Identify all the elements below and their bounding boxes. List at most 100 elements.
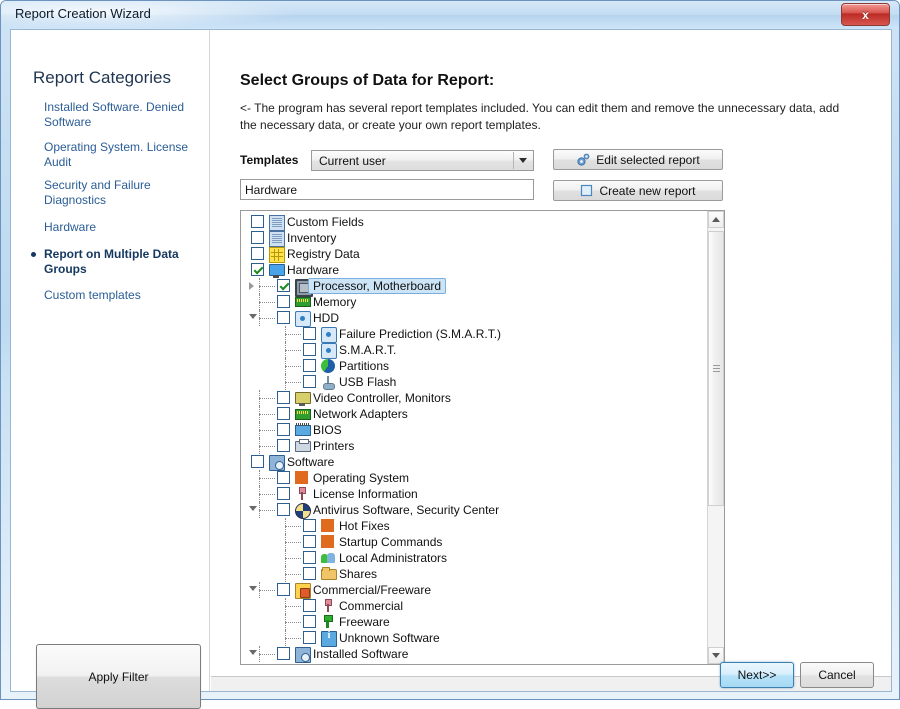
cancel-button[interactable]: Cancel bbox=[800, 662, 874, 688]
chevron-down-icon[interactable] bbox=[513, 152, 532, 169]
create-new-report-label: Create new report bbox=[599, 183, 696, 198]
tree-row-label: Inventory bbox=[287, 231, 337, 245]
sidebar-item-security-and-failure-diagnostics[interactable]: Security and Failure Diagnostics bbox=[44, 178, 194, 208]
tree-checkbox[interactable] bbox=[277, 311, 290, 324]
tree-row[interactable]: Freeware bbox=[241, 614, 708, 630]
bios-icon bbox=[295, 423, 311, 436]
tree-row-label: Unknown Software bbox=[339, 631, 440, 645]
tree-checkbox[interactable] bbox=[303, 519, 316, 532]
tree-row[interactable]: Commercial bbox=[241, 598, 708, 614]
tree-connector-vertical bbox=[259, 406, 261, 422]
data-groups-tree[interactable]: Custom Fields Inventory Registry Data Hardw… bbox=[240, 210, 725, 665]
tree-row[interactable]: S.M.A.R.T. bbox=[241, 342, 708, 359]
tree-row[interactable]: Processor, Motherboard bbox=[241, 278, 708, 297]
tree-checkbox[interactable] bbox=[303, 327, 316, 340]
tree-row[interactable]: Antivirus Software, Security Center bbox=[241, 502, 708, 519]
tree-row[interactable]: Hot Fixes bbox=[241, 518, 708, 534]
tree-row[interactable]: HDD bbox=[241, 310, 708, 327]
templates-dropdown[interactable]: Current user bbox=[311, 150, 534, 171]
sidebar-item-hardware[interactable]: Hardware bbox=[44, 220, 194, 235]
tree-checkbox[interactable] bbox=[277, 407, 290, 420]
tree-row-label: Software bbox=[287, 455, 335, 469]
tree-checkbox[interactable] bbox=[303, 535, 316, 548]
tree-row[interactable]: Network Adapters bbox=[241, 406, 708, 422]
collapse-arrow-icon[interactable] bbox=[249, 314, 257, 319]
tree-row[interactable]: USB Flash bbox=[241, 374, 708, 390]
windows-icon bbox=[321, 519, 335, 533]
tree-row[interactable]: Video Controller, Monitors bbox=[241, 390, 708, 406]
tree-row-label: Shares bbox=[339, 567, 378, 581]
tree-checkbox[interactable] bbox=[303, 631, 316, 644]
scroll-up-button[interactable] bbox=[708, 211, 724, 228]
key-icon bbox=[295, 487, 309, 501]
expand-arrow-icon[interactable] bbox=[249, 282, 254, 290]
tree-row[interactable]: Operating System bbox=[241, 470, 708, 486]
tree-checkbox[interactable] bbox=[277, 583, 290, 596]
sidebar-item-operating-system-license-audit[interactable]: Operating System. License Audit bbox=[44, 140, 194, 170]
tree-checkbox[interactable] bbox=[251, 215, 264, 228]
tree-row[interactable]: BIOS bbox=[241, 422, 708, 438]
tree-row[interactable]: Unknown Software bbox=[241, 630, 708, 647]
tree-checkbox[interactable] bbox=[251, 455, 264, 468]
tree-row[interactable]: Installed Software bbox=[241, 646, 708, 663]
tree-checkbox[interactable] bbox=[303, 375, 316, 388]
apply-filter-button[interactable]: Apply Filter bbox=[36, 644, 201, 709]
tree-checkbox[interactable] bbox=[303, 551, 316, 564]
tree-row[interactable]: Commercial/Freeware bbox=[241, 582, 708, 599]
sidebar-item-report-on-multiple-data-groups[interactable]: Report on Multiple Data Groups bbox=[44, 247, 194, 277]
tree-checkbox[interactable] bbox=[277, 503, 290, 516]
collapse-arrow-icon[interactable] bbox=[249, 586, 257, 591]
tree-row[interactable]: Registry Data bbox=[241, 246, 708, 263]
sidebar-item-custom-templates[interactable]: Custom templates bbox=[44, 288, 194, 303]
collapse-arrow-icon[interactable] bbox=[249, 506, 257, 511]
tree-connector-vertical bbox=[285, 342, 287, 358]
close-button[interactable]: x bbox=[841, 3, 890, 26]
tree-row[interactable]: Startup Commands bbox=[241, 534, 708, 550]
tree-row[interactable]: Printers bbox=[241, 438, 708, 454]
sidebar-item-installed-software-denied-software[interactable]: Installed Software. Denied Software bbox=[44, 100, 194, 130]
tree-scrollbar[interactable] bbox=[707, 211, 724, 664]
tree-row-label: Printers bbox=[313, 439, 355, 453]
tree-checkbox[interactable] bbox=[277, 647, 290, 660]
new-document-icon bbox=[581, 184, 593, 197]
tree-checkbox[interactable] bbox=[251, 247, 264, 260]
tree-checkbox[interactable] bbox=[303, 615, 316, 628]
tree-checkbox[interactable] bbox=[277, 391, 290, 404]
tree-row[interactable]: Shares bbox=[241, 566, 708, 582]
tree-row[interactable]: Custom Fields bbox=[241, 214, 708, 231]
tree-row[interactable]: Failure Prediction (S.M.A.R.T.) bbox=[241, 326, 708, 343]
tree-checkbox[interactable] bbox=[303, 567, 316, 580]
tree-row[interactable]: Partitions bbox=[241, 358, 708, 374]
info-icon bbox=[321, 630, 337, 647]
tree-row-label: S.M.A.R.T. bbox=[339, 343, 397, 357]
tree-connector bbox=[259, 302, 275, 304]
scrollbar-thumb[interactable] bbox=[708, 231, 724, 506]
tree-checkbox[interactable] bbox=[277, 279, 290, 292]
tree-row[interactable]: Local Administrators bbox=[241, 550, 708, 566]
tree-checkbox[interactable] bbox=[303, 343, 316, 356]
tree-connector-vertical bbox=[259, 310, 261, 326]
tree-row[interactable]: Memory bbox=[241, 294, 708, 310]
tree-row[interactable]: Software bbox=[241, 454, 708, 471]
tree-row-label: Registry Data bbox=[287, 247, 360, 261]
tree-row[interactable]: Inventory bbox=[241, 230, 708, 247]
tree-checkbox[interactable] bbox=[277, 295, 290, 308]
tree-checkbox[interactable] bbox=[277, 439, 290, 452]
tree-checkbox[interactable] bbox=[303, 359, 316, 372]
tree-checkbox[interactable] bbox=[303, 599, 316, 612]
create-new-report-button[interactable]: Create new report bbox=[553, 180, 723, 201]
tree-checkbox[interactable] bbox=[251, 263, 264, 276]
next-button[interactable]: Next>> bbox=[720, 662, 794, 688]
edit-selected-report-button[interactable]: Edit selected report bbox=[553, 149, 723, 170]
tree-checkbox[interactable] bbox=[277, 487, 290, 500]
collapse-arrow-icon[interactable] bbox=[249, 650, 257, 655]
tree-row[interactable]: License Information bbox=[241, 486, 708, 502]
report-name-input[interactable] bbox=[240, 179, 534, 200]
tree-connector-vertical bbox=[285, 630, 287, 646]
tree-checkbox[interactable] bbox=[251, 231, 264, 244]
tree-row[interactable]: Hardware bbox=[241, 262, 708, 278]
tree-checkbox[interactable] bbox=[277, 423, 290, 436]
tree-checkbox[interactable] bbox=[277, 471, 290, 484]
tree-row-label: Local Administrators bbox=[339, 551, 448, 565]
video-icon bbox=[295, 392, 311, 406]
